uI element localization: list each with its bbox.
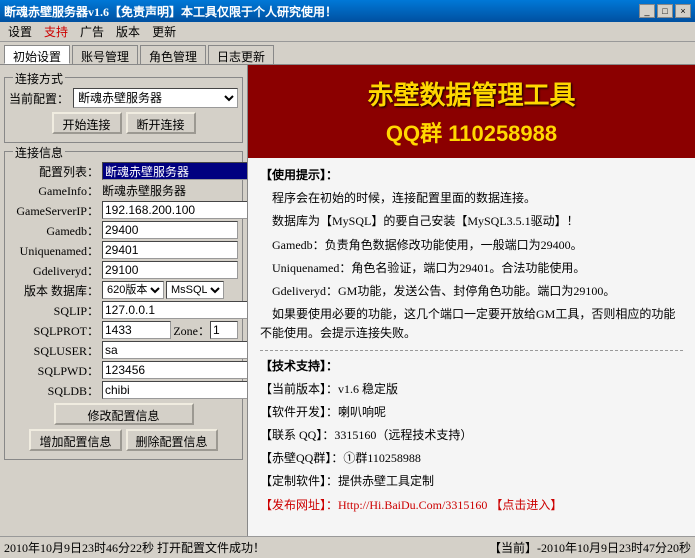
tips-title: 【使用提示】： [260,168,338,182]
status-right: 【当前】-2010年10月9日23时47分20秒 [489,539,691,556]
tip-3: Uniquenamed：角色名验证，端口为29401。合法功能使用。 [260,259,683,278]
info-group: 连接信息 配置列表： GameInfo： 断魂赤壁服务器 GameServerI… [4,151,243,460]
tip-0: 程序会在初始的时候，连接配置里面的数据连接。 [260,189,683,208]
gdeliveryd-row: Gdeliveryd： [9,261,238,279]
gdeliveryd-input[interactable] [102,261,238,279]
minimize-button[interactable]: _ [639,4,655,18]
status-left: 2010年10月9日23时46分22秒 打开配置文件成功！ [4,539,489,556]
current-config-label: 当前配置： [9,90,69,107]
sqlprot-label: SQLPROT： [9,322,99,339]
version-select[interactable]: 620版本 [102,281,164,299]
sqldb-label: SQLDB： [9,382,99,399]
tech-line-2: 【联系 QQ】：3315160（远程技术支持） [260,426,683,445]
sqldb-row: SQLDB： [9,381,238,399]
current-config-select[interactable]: 断魂赤壁服务器 [73,88,238,108]
status-bar: 2010年10月9日23时46分22秒 打开配置文件成功！ 【当前】-2010年… [0,536,695,558]
gdeliveryd-label: Gdeliveryd： [9,262,99,279]
disconnect-button[interactable]: 断开连接 [126,112,196,134]
menu-update[interactable]: 更新 [146,22,182,41]
right-body: 【使用提示】： 程序会在初始的时候，连接配置里面的数据连接。 数据库为【MySQ… [248,158,695,536]
gamedb-input[interactable] [102,221,238,239]
menu-bar: 设置 支持 广告 版本 更新 [0,22,695,42]
uniquenamed-row: Uniquenamed： [9,241,238,259]
tab-role-management[interactable]: 角色管理 [140,45,206,64]
gameinfo-value: 断魂赤壁服务器 [102,182,186,199]
tip-2: Gamedb：负责角色数据修改功能使用，一般端口为29400。 [260,236,683,255]
menu-ad[interactable]: 广告 [74,22,110,41]
sqluser-row: SQLUSER： [9,341,238,359]
config-list-input[interactable] [102,162,248,180]
tip-4: Gdeliveryd：GM功能，发送公告、封停角色功能。端口为29100。 [260,282,683,301]
menu-settings[interactable]: 设置 [2,22,38,41]
tab-account-management[interactable]: 账号管理 [72,45,138,64]
tech-line-1: 【软件开发】：喇叭响呢 [260,403,683,422]
window-controls: _ □ × [639,4,691,18]
main-content: 连接方式 当前配置： 断魂赤壁服务器 开始连接 断开连接 连接信息 配置列表： … [0,64,695,536]
info-group-title: 连接信息 [13,144,65,161]
sqlip-row: SQLIP： [9,301,238,319]
left-panel: 连接方式 当前配置： 断魂赤壁服务器 开始连接 断开连接 连接信息 配置列表： … [0,65,248,536]
zone-label: Zone： [173,322,210,339]
add-config-button[interactable]: 增加配置信息 [29,429,121,451]
gamedb-label: Gamedb： [9,222,99,239]
tech-title: 【技术支持】： [260,359,338,373]
menu-support[interactable]: 支持 [38,22,74,41]
tip-1: 数据库为【MySQL】的要自己安装【MySQL3.5.1驱动】！ [260,212,683,231]
config-list-row: 配置列表： [9,162,238,180]
maximize-button[interactable]: □ [657,4,673,18]
current-config-row: 当前配置： 断魂赤壁服务器 [9,88,238,108]
db-type-select[interactable]: MsSQL库 [166,281,224,299]
sqlip-input[interactable] [102,301,248,319]
divider [260,350,683,351]
tab-log-update[interactable]: 日志更新 [208,45,274,64]
zone-input[interactable] [210,321,238,339]
gameinfo-row: GameInfo： 断魂赤壁服务器 [9,182,238,199]
tabs-bar: 初始设置 账号管理 角色管理 日志更新 [0,42,695,64]
menu-version[interactable]: 版本 [110,22,146,41]
title-bar: 断魂赤壁服务器v1.6【免责声明】本工具仅限于个人研究使用！ _ □ × [0,0,695,22]
version-row: 版本 数据库： 620版本 MsSQL库 [9,281,238,299]
tech-line-4: 【定制软件】：提供赤壁工具定制 [260,472,683,491]
connect-buttons: 开始连接 断开连接 [9,112,238,134]
tech-line-3: 【赤壁QQ群】：①群110258988 [260,449,683,468]
gameserverip-input[interactable] [102,201,248,219]
sqldb-input[interactable] [102,381,248,399]
sqluser-label: SQLUSER： [9,342,99,359]
modify-btn-row: 修改配置信息 [9,403,238,425]
right-title-sub: QQ群 110258988 [386,116,557,148]
tech-line-5[interactable]: 【发布网址】：Http://Hi.BaiDu.Com/3315160 【点击进入… [260,496,683,515]
window-title: 断魂赤壁服务器v1.6【免责声明】本工具仅限于个人研究使用！ [4,3,337,20]
connection-group: 连接方式 当前配置： 断魂赤壁服务器 开始连接 断开连接 [4,77,243,143]
tip-5: 如果要使用必要的功能，这几个端口一定要开放给GM工具，否则相应的功能不能使用。会… [260,305,683,343]
connection-group-title: 连接方式 [13,70,65,87]
modify-config-button[interactable]: 修改配置信息 [54,403,194,425]
gameinfo-label: GameInfo： [9,182,99,199]
sqlpwd-input[interactable] [102,361,248,379]
sqlpwd-label: SQLPWD： [9,362,99,379]
close-button[interactable]: × [675,4,691,18]
tab-initial-settings[interactable]: 初始设置 [4,45,70,64]
sqlprot-input[interactable] [102,321,171,339]
sqluser-input[interactable] [102,341,248,359]
uniquenamed-input[interactable] [102,241,238,259]
gameserverip-row: GameServerIP： [9,201,238,219]
add-delete-btn-row: 增加配置信息 删除配置信息 [9,429,238,451]
right-header: 赤壁数据管理工具 QQ群 110258988 [248,65,695,158]
gamedb-row: Gamedb： [9,221,238,239]
gameserverip-label: GameServerIP： [9,202,99,219]
tech-line-0: 【当前版本】：v1.6 稳定版 [260,380,683,399]
sqlprot-row: SQLPROT： Zone： [9,321,238,339]
delete-config-button[interactable]: 删除配置信息 [126,429,218,451]
right-panel: 赤壁数据管理工具 QQ群 110258988 【使用提示】： 程序会在初始的时候… [248,65,695,536]
start-connect-button[interactable]: 开始连接 [52,112,122,134]
sqlip-label: SQLIP： [9,302,99,319]
sqlpwd-row: SQLPWD： [9,361,238,379]
config-list-label: 配置列表： [9,163,99,180]
right-title-main: 赤壁数据管理工具 [367,75,575,112]
version-label: 版本 数据库： [9,282,99,299]
uniquenamed-label: Uniquenamed： [9,242,99,259]
